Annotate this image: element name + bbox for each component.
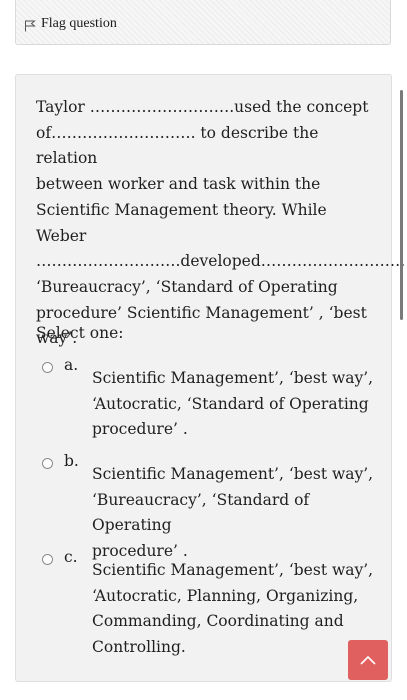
answer-line: Controlling. <box>92 638 186 657</box>
answer-line: Commanding, Coordinating and <box>92 612 344 631</box>
question-line: Taylor ……………………….used the concept <box>36 98 369 116</box>
back-to-top-button[interactable] <box>348 640 388 680</box>
flag-icon <box>25 20 36 32</box>
flag-question-link[interactable]: Flag question <box>24 16 117 32</box>
answer-line: ‘Autocratic, ‘Standard of Operating <box>92 394 369 413</box>
answer-line: ‘Bureaucracy’, ‘Standard of Operating <box>92 490 310 535</box>
question-line: between worker and task within the <box>36 175 321 194</box>
chevron-up-icon <box>360 655 376 665</box>
answer-letter: a. <box>64 356 79 374</box>
radio-b[interactable] <box>42 458 53 469</box>
question-line: ‘Bureaucracy’, ‘Standard of Operating <box>36 277 338 296</box>
answer-letter: c. <box>64 548 78 566</box>
question-line: Scientific Management theory. While Webe… <box>36 200 327 245</box>
answer-text[interactable]: Scientific Management’, ‘best way’, ‘Aut… <box>92 558 382 661</box>
quiz-page: Flag question Taylor ……………………….used the … <box>0 0 407 700</box>
question-info-strip: Flag question <box>15 0 391 45</box>
flag-question-label: Flag question <box>41 16 117 31</box>
answer-line: procedure’ . <box>92 420 188 439</box>
answer-letter: b. <box>64 452 79 470</box>
question-line: ……………………….developed………………………. <box>36 252 406 271</box>
radio-c[interactable] <box>42 554 53 565</box>
answer-line: Scientific Management’, ‘best way’, <box>92 465 374 483</box>
answer-line: Scientific Management’, ‘best way’, <box>92 561 374 579</box>
question-text: Taylor ……………………….used the concept of…………… <box>36 95 406 352</box>
answer-line: Scientific Management’, ‘best way’, <box>92 369 374 387</box>
answer-text[interactable]: Scientific Management’, ‘best way’, ‘Bur… <box>92 462 382 565</box>
question-line: of………………………. to describe the relation <box>36 123 319 168</box>
question-line: procedure’ Scientific Management’ , ‘bes… <box>36 303 367 322</box>
question-card: Taylor ……………………….used the concept of…………… <box>15 74 406 682</box>
select-one-prompt: Select one: <box>36 324 124 342</box>
answer-text[interactable]: Scientific Management’, ‘best way’, ‘Aut… <box>92 366 382 443</box>
radio-a[interactable] <box>42 362 53 373</box>
answer-line: ‘Autocratic, Planning, Organizing, <box>92 586 359 605</box>
page-scrollbar[interactable] <box>400 90 403 320</box>
